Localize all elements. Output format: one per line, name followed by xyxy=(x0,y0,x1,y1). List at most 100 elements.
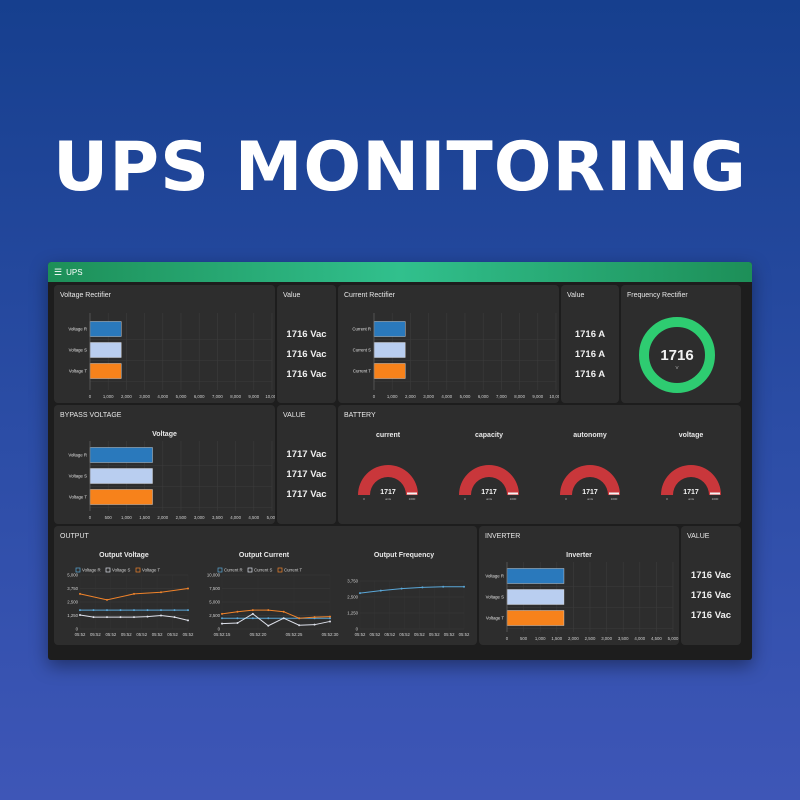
bypass-voltage-chart: 0 500 1,000 1,500 2,000 2,500 3,000 3,500 4,000 4… xyxy=(68,441,275,520)
x-tick-label: 05:52 xyxy=(75,632,86,637)
data-point xyxy=(359,592,361,595)
x-tick-label: 5,000 xyxy=(267,515,275,520)
legend-swatch xyxy=(247,567,253,573)
headline: UPS MONITORING xyxy=(53,128,747,207)
data-point xyxy=(160,591,162,594)
bypass-voltage-panel: BYPASS VOLTAGE Voltage 0 500 1,000 1,500 2,0… xyxy=(54,405,275,524)
x-tick-label: 2,000 xyxy=(157,515,168,520)
legend-swatch xyxy=(277,567,283,573)
hamburger-icon[interactable]: ☰ xyxy=(54,267,62,278)
bar-current-t xyxy=(373,363,406,379)
x-tick-label: 2,000 xyxy=(121,394,132,399)
data-point xyxy=(236,610,239,613)
data-point xyxy=(187,587,189,590)
data-point xyxy=(160,614,162,617)
data-point xyxy=(442,585,445,588)
x-tick-label: 500 xyxy=(105,515,113,520)
x-tick-label: 5,000 xyxy=(668,636,679,641)
data-point xyxy=(79,592,81,595)
x-tick-label: 05:52 xyxy=(459,632,470,637)
legend-label: Current R xyxy=(224,568,243,573)
x-tick-label: 2,000 xyxy=(405,394,416,399)
data-point xyxy=(298,617,301,620)
data-point xyxy=(282,610,285,613)
current-r-value: 1716 A xyxy=(574,329,606,340)
x-tick-label: 05:52 xyxy=(355,632,366,637)
gauge-value: 1717 xyxy=(582,489,598,496)
x-tick-label: 6,000 xyxy=(194,394,205,399)
data-point xyxy=(160,609,162,612)
y-tick-label: 0 xyxy=(76,627,79,632)
current-s-value: 1716 A xyxy=(574,349,606,360)
battery-panel: BATTERY current 1717 units 0 1000 capacity 171… xyxy=(338,405,741,524)
gauge-value: 1717 xyxy=(683,489,699,496)
x-tick-label: 05:52:20 xyxy=(250,632,267,637)
data-point xyxy=(146,615,149,618)
bar-label: Voltage R xyxy=(68,327,87,332)
bypass-t-value: 1717 Vac xyxy=(286,489,327,500)
gauge-max: 1000 xyxy=(611,497,618,501)
legend-label: Voltage R xyxy=(82,568,101,573)
x-tick-label: 9,000 xyxy=(248,394,259,399)
inverter-value-panel: VALUE 1716 Vac 1716 Vac 1716 Vac xyxy=(681,526,741,645)
bar-label: Current S xyxy=(353,348,372,353)
bar-current-r xyxy=(373,321,406,337)
frequency-rectifier-panel: Frequency Rectifier 1716 V xyxy=(621,285,741,403)
legend-swatch xyxy=(105,567,111,573)
y-tick-label: 0 xyxy=(218,627,221,632)
bar-label: Voltage S xyxy=(69,474,88,479)
x-tick-label: 0 xyxy=(89,515,92,520)
battery-gauges: current1717units0 1000capacity1717units0 1… xyxy=(358,432,721,501)
gauge-unit: units xyxy=(587,497,594,501)
gauge-min: 0 xyxy=(464,497,466,501)
x-tick-label: 0 xyxy=(89,394,92,399)
data-point xyxy=(133,592,135,595)
y-tick-label: 3,750 xyxy=(67,586,78,591)
x-tick-label: 3,000 xyxy=(194,515,205,520)
legend-label: Current S xyxy=(254,568,273,573)
x-tick-label: 05:52:30 xyxy=(322,632,339,637)
x-tick-label: 5,000 xyxy=(460,394,471,399)
bar-voltage-t xyxy=(506,610,565,626)
gauge-needle xyxy=(407,492,417,495)
data-point xyxy=(313,616,316,619)
gauge-min: 0 xyxy=(363,497,365,501)
x-tick-label: 3,000 xyxy=(601,636,612,641)
panel-title: VALUE xyxy=(687,533,710,540)
voltage-value-panel: Value 1716 Vac 1716 Vac 1716 Vac xyxy=(277,285,336,403)
data-point xyxy=(221,622,223,625)
data-point xyxy=(187,609,189,612)
x-tick-label: 05:52 xyxy=(152,632,163,637)
bar-label: Current T xyxy=(353,369,371,374)
x-tick-label: 4,500 xyxy=(248,515,259,520)
legend-label: Voltage T xyxy=(142,568,160,573)
bar-voltage-t xyxy=(89,489,153,505)
x-tick-label: 8,000 xyxy=(230,394,241,399)
y-tick-label: 2,500 xyxy=(347,595,358,600)
data-point xyxy=(267,609,270,612)
data-point xyxy=(400,587,403,590)
bar-label: Voltage R xyxy=(68,453,87,458)
bar-label: Current R xyxy=(352,327,371,332)
data-point xyxy=(106,616,108,619)
inverter-r-value: 1716 Vac xyxy=(690,570,732,581)
gauge-max: 1000 xyxy=(510,497,517,501)
x-tick-label: 05:52 xyxy=(399,632,410,637)
data-point xyxy=(79,609,81,612)
data-point xyxy=(421,586,424,589)
data-point xyxy=(267,624,270,627)
y-tick-label: 2,500 xyxy=(209,613,220,618)
x-tick-label: 3,500 xyxy=(618,636,629,641)
y-tick-label: 5,000 xyxy=(67,573,78,578)
y-tick-label: 2,500 xyxy=(67,600,78,605)
gauge-label: autonomy xyxy=(573,432,607,439)
x-tick-label: 05:52 xyxy=(429,632,440,637)
gauge-min: 0 xyxy=(666,497,668,501)
inverter-t-value: 1716 Vac xyxy=(690,610,732,621)
data-point xyxy=(236,622,239,625)
bar-label: Voltage T xyxy=(69,495,87,500)
bar-label: Voltage S xyxy=(486,595,505,600)
x-tick-label: 2,000 xyxy=(568,636,579,641)
data-point xyxy=(329,620,331,623)
frequency-value: 1716 xyxy=(660,347,693,364)
